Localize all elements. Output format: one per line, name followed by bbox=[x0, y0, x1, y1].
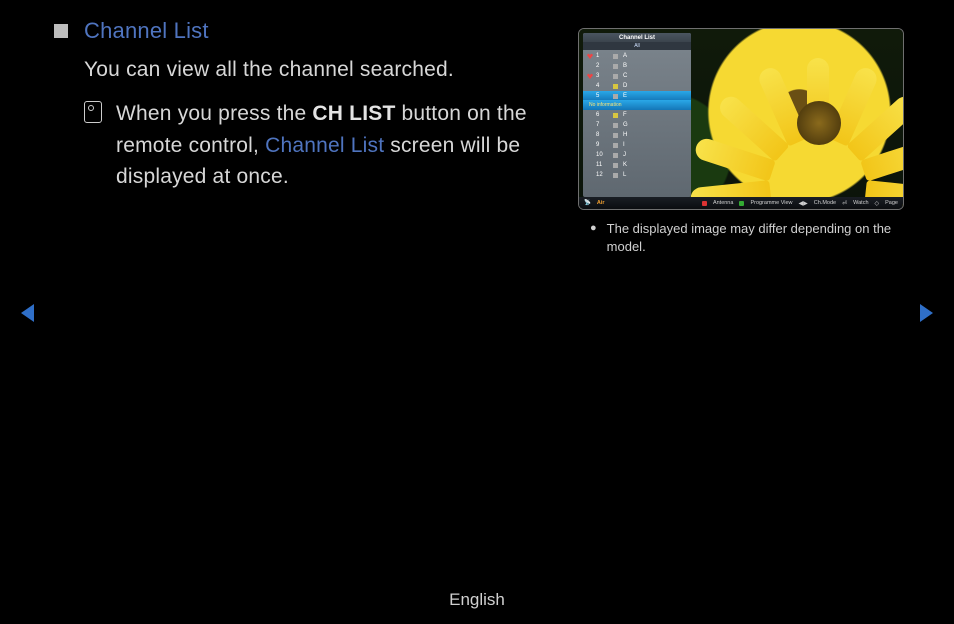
channel-type-icon bbox=[613, 84, 618, 89]
favorite-icon bbox=[587, 122, 593, 128]
caption-bullet: ● bbox=[590, 220, 597, 237]
footer-language: English bbox=[0, 590, 954, 610]
channel-type-icon bbox=[613, 123, 618, 128]
channel-name: A bbox=[623, 53, 687, 59]
channel-number: 1 bbox=[596, 53, 608, 59]
channel-number: 12 bbox=[596, 172, 608, 178]
channel-type-icon bbox=[613, 94, 618, 99]
favorite-icon bbox=[587, 112, 593, 118]
channel-row: 12 L bbox=[583, 170, 691, 180]
channel-row: 4D bbox=[583, 81, 691, 91]
channel-type-icon bbox=[613, 153, 618, 158]
channel-list-panel: Channel List All 1A2B3C4D5ENo informatio… bbox=[583, 33, 691, 197]
channel-type-icon bbox=[613, 64, 618, 69]
channel-row: 2B bbox=[583, 61, 691, 71]
leftright-icon: ◀▶ bbox=[799, 200, 808, 207]
channel-number: 5 bbox=[596, 93, 608, 99]
channel-row: 11 K bbox=[583, 160, 691, 170]
channel-row: 9I bbox=[583, 140, 691, 150]
programme-view-hint: Programme View bbox=[750, 200, 792, 206]
channel-row: 8H bbox=[583, 130, 691, 140]
channel-name: L bbox=[623, 172, 687, 178]
channel-number: 2 bbox=[596, 63, 608, 69]
channel-number: 3 bbox=[596, 73, 608, 79]
channel-type-icon bbox=[613, 163, 618, 168]
page-hint: Page bbox=[885, 200, 898, 206]
tip-highlight: Channel List bbox=[265, 134, 384, 157]
favorite-icon bbox=[587, 142, 593, 148]
channel-number: 10 bbox=[596, 152, 608, 158]
favorite-icon bbox=[587, 132, 593, 138]
channel-name: J bbox=[623, 152, 687, 158]
favorite-icon bbox=[587, 73, 593, 79]
channel-name: I bbox=[623, 142, 687, 148]
channel-row: 7G bbox=[583, 120, 691, 130]
tip-bold: CH LIST bbox=[312, 102, 395, 125]
channel-name: D bbox=[623, 83, 687, 89]
favorite-icon bbox=[587, 162, 593, 168]
channel-type-icon bbox=[613, 133, 618, 138]
channel-panel-subtitle: All bbox=[583, 42, 691, 50]
channel-name: E bbox=[623, 93, 687, 99]
remote-tip-icon bbox=[84, 101, 102, 123]
prev-page-button[interactable] bbox=[18, 302, 38, 324]
red-button-icon bbox=[702, 201, 707, 206]
channel-type-icon bbox=[613, 173, 618, 178]
favorite-icon bbox=[587, 83, 593, 89]
channel-name: K bbox=[623, 162, 687, 168]
channel-row: 1A bbox=[583, 51, 691, 61]
page-description: You can view all the channel searched. bbox=[84, 58, 554, 82]
source-label: Air bbox=[597, 200, 605, 206]
channel-number: 9 bbox=[596, 142, 608, 148]
section-bullet bbox=[54, 24, 68, 38]
channel-panel-title: Channel List bbox=[583, 33, 691, 42]
favorite-icon bbox=[587, 93, 593, 99]
favorite-icon bbox=[587, 152, 593, 158]
next-page-button[interactable] bbox=[916, 302, 936, 324]
channel-rows-container: 1A2B3C4D5ENo information6F7G8H9I10J11K12… bbox=[583, 50, 691, 181]
channel-name: B bbox=[623, 63, 687, 69]
channel-type-icon bbox=[613, 74, 618, 79]
channel-row: 3C bbox=[583, 71, 691, 81]
channel-number: 7 bbox=[596, 122, 608, 128]
channel-name: H bbox=[623, 132, 687, 138]
channel-row: 10 J bbox=[583, 150, 691, 160]
page-title: Channel List bbox=[84, 18, 209, 44]
green-button-icon bbox=[739, 201, 744, 206]
channel-number: 8 bbox=[596, 132, 608, 138]
channel-type-icon bbox=[613, 143, 618, 148]
channel-row: 6F bbox=[583, 110, 691, 120]
channel-name: F bbox=[623, 112, 687, 118]
updown-icon: ◇ bbox=[875, 200, 880, 207]
channel-type-icon bbox=[613, 113, 618, 118]
channel-name: G bbox=[623, 122, 687, 128]
screenshot-caption: ● The displayed image may differ dependi… bbox=[584, 220, 900, 255]
enter-icon: ⏎ bbox=[842, 200, 847, 207]
channel-number: 4 bbox=[596, 83, 608, 89]
favorite-icon bbox=[587, 63, 593, 69]
channel-number: 6 bbox=[596, 112, 608, 118]
channel-number: 11 bbox=[596, 162, 608, 168]
channel-name: C bbox=[623, 73, 687, 79]
antenna-hint: Antenna bbox=[713, 200, 734, 206]
watch-hint: Watch bbox=[853, 200, 868, 206]
favorite-icon bbox=[587, 172, 593, 178]
caption-text: The displayed image may differ depending… bbox=[607, 220, 900, 255]
tip-text: When you press the CH LIST button on the… bbox=[116, 98, 554, 193]
chmode-hint: Ch.Mode bbox=[814, 200, 836, 206]
tip-prefix: When you press the bbox=[116, 102, 312, 125]
channel-info: No information bbox=[583, 100, 691, 110]
antenna-icon: 📡 bbox=[584, 200, 591, 206]
flower-illustration bbox=[735, 51, 904, 201]
tv-screenshot: Channel List All 1A2B3C4D5ENo informatio… bbox=[578, 28, 904, 210]
channel-type-icon bbox=[613, 54, 618, 59]
tv-bottom-bar: 📡 Air Antenna Programme View ◀▶ Ch.Mode … bbox=[579, 197, 903, 209]
favorite-icon bbox=[587, 53, 593, 59]
